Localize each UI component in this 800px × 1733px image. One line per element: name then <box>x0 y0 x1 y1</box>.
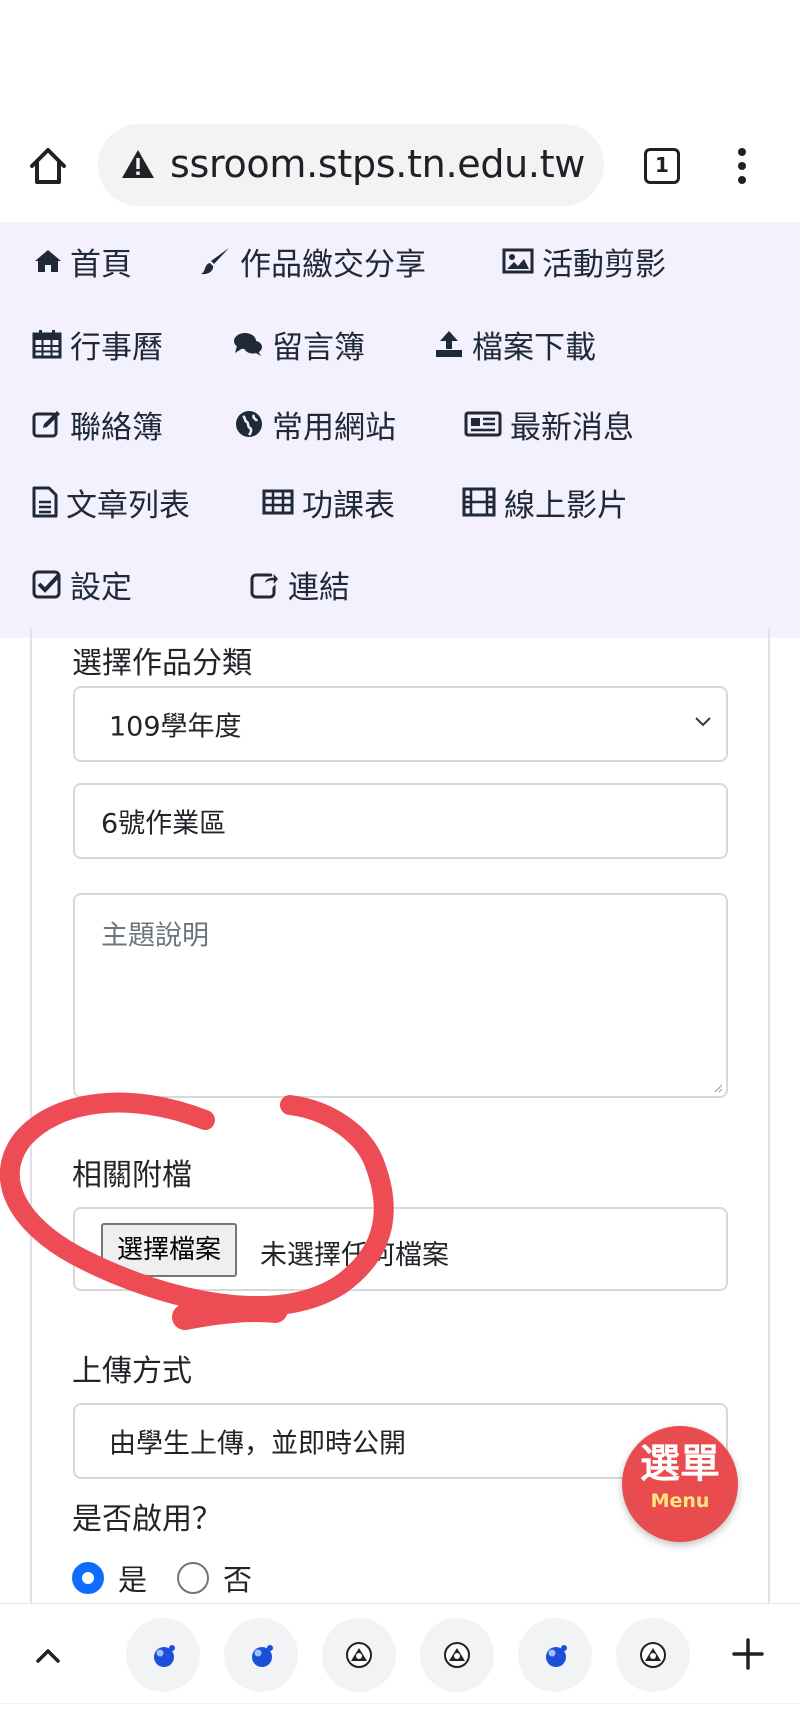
more-options-icon[interactable] <box>728 144 756 188</box>
calendar-icon <box>32 330 62 359</box>
nav-label: 首頁 <box>70 246 132 283</box>
tab-favicon-6[interactable] <box>616 1618 690 1692</box>
tab-favicon-5[interactable] <box>518 1618 592 1692</box>
upload-method-value: 由學生上傳，並即時公開 <box>109 1428 406 1460</box>
nav-item-links[interactable]: 連結 <box>250 562 350 606</box>
school-emblem-icon <box>640 1642 666 1668</box>
address-bar[interactable]: ssroom.stps.tn.edu.tw <box>98 124 604 206</box>
fab-subtitle: Menu <box>650 1490 710 1512</box>
nav-label: 設定 <box>70 569 132 606</box>
nav-item-news[interactable]: 最新消息 <box>464 402 634 446</box>
nav-label: 常用網站 <box>272 409 396 446</box>
share-icon <box>250 569 280 599</box>
nav-item-timetable[interactable]: 功課表 <box>262 480 395 524</box>
tab-switcher-button[interactable]: 1 <box>644 148 680 184</box>
nav-label: 線上影片 <box>504 487 628 524</box>
home-icon <box>35 250 61 272</box>
nav-item-settings[interactable]: 設定 <box>32 562 132 606</box>
upload-icon <box>436 331 462 357</box>
nav-label: 文章列表 <box>66 487 190 524</box>
file-status-text: 未選擇任何檔案 <box>260 1240 449 1271</box>
description-placeholder: 主題說明 <box>101 920 209 952</box>
nav-item-home[interactable]: 首頁 <box>34 239 132 283</box>
gesture-bar-area <box>0 1703 800 1733</box>
year-select[interactable]: 109學年度 <box>73 686 728 762</box>
school-emblem-icon <box>444 1642 470 1668</box>
floating-menu-button[interactable]: 選單 Menu <box>622 1426 738 1542</box>
warning-icon[interactable] <box>120 148 156 180</box>
nav-label: 活動剪影 <box>542 246 666 283</box>
radio-no-label[interactable]: 否 <box>223 1557 252 1599</box>
nav-label: 連結 <box>288 569 350 606</box>
chevron-down-icon <box>695 717 711 727</box>
newspaper-icon <box>464 411 502 437</box>
check-square-icon <box>32 570 61 599</box>
enable-radio-group: 是 否 <box>72 1558 252 1598</box>
tab-favicon-2[interactable] <box>224 1618 298 1692</box>
tab-favicon-3[interactable] <box>322 1618 396 1692</box>
nav-item-videos[interactable]: 線上影片 <box>462 480 628 524</box>
attachment-label: 相關附檔 <box>72 1158 192 1193</box>
nav-item-websites[interactable]: 常用網站 <box>234 402 396 446</box>
tab-favicon-1[interactable] <box>126 1618 200 1692</box>
nav-item-guestbook[interactable]: 留言簿 <box>232 322 365 366</box>
upload-method-label: 上傳方式 <box>72 1354 192 1389</box>
radio-no[interactable] <box>177 1562 210 1594</box>
url-text[interactable]: ssroom.stps.tn.edu.tw <box>170 140 585 188</box>
blue-orb-icon <box>154 1645 175 1667</box>
radio-yes[interactable] <box>72 1562 104 1594</box>
file-text-icon <box>32 486 58 518</box>
resize-handle-icon[interactable] <box>713 1083 723 1093</box>
nav-label: 檔案下載 <box>472 329 596 366</box>
category-label: 選擇作品分類 <box>72 646 252 681</box>
tab-favicon-4[interactable] <box>420 1618 494 1692</box>
work-area-value: 6號作業區 <box>101 808 227 840</box>
choose-file-button[interactable]: 選擇檔案 <box>101 1223 238 1277</box>
radio-yes-label[interactable]: 是 <box>118 1557 147 1599</box>
nav-item-calendar[interactable]: 行事曆 <box>32 322 163 366</box>
blue-orb-icon <box>546 1645 567 1667</box>
status-bar-area <box>0 0 800 118</box>
nav-label: 聯絡簿 <box>70 409 163 446</box>
year-select-value: 109學年度 <box>109 711 242 743</box>
nav-label: 功課表 <box>302 487 395 524</box>
nav-item-gallery[interactable]: 活動剪影 <box>502 239 666 283</box>
browser-toolbar: ssroom.stps.tn.edu.tw 1 <box>0 118 800 222</box>
paintbrush-icon <box>201 248 229 275</box>
nav-label: 行事曆 <box>70 329 163 366</box>
image-icon <box>502 248 534 274</box>
edit-icon <box>32 411 60 438</box>
nav-item-downloads[interactable]: 檔案下載 <box>434 322 596 366</box>
nav-label: 留言簿 <box>272 329 365 366</box>
file-input[interactable]: 選擇檔案 未選擇任何檔案 <box>73 1207 728 1291</box>
nav-label: 作品繳交分享 <box>240 246 426 283</box>
globe-icon <box>236 411 262 437</box>
home-icon[interactable] <box>26 144 70 188</box>
nav-label: 最新消息 <box>510 409 634 446</box>
school-emblem-icon <box>346 1642 372 1668</box>
bottom-tab-strip <box>0 1603 800 1703</box>
comments-icon <box>234 333 262 356</box>
description-textarea[interactable]: 主題說明 <box>73 893 728 1098</box>
site-navigation: 首頁 作品繳交分享 活動剪影 行事曆 留言簿 檔案下載 聯絡簿 常用網站 最新消… <box>0 222 800 638</box>
table-icon <box>262 489 294 515</box>
nav-item-articles[interactable]: 文章列表 <box>32 480 190 524</box>
nav-item-works[interactable]: 作品繳交分享 <box>200 239 426 283</box>
film-icon <box>462 487 496 517</box>
blue-orb-icon <box>252 1645 273 1667</box>
chevron-up-icon[interactable] <box>30 1638 66 1674</box>
work-area-input[interactable]: 6號作業區 <box>73 783 728 859</box>
fab-title: 選單 <box>640 1441 720 1487</box>
enable-label: 是否啟用？ <box>72 1502 222 1537</box>
new-tab-plus-icon[interactable] <box>728 1634 768 1674</box>
nav-item-contact-book[interactable]: 聯絡簿 <box>32 402 163 446</box>
